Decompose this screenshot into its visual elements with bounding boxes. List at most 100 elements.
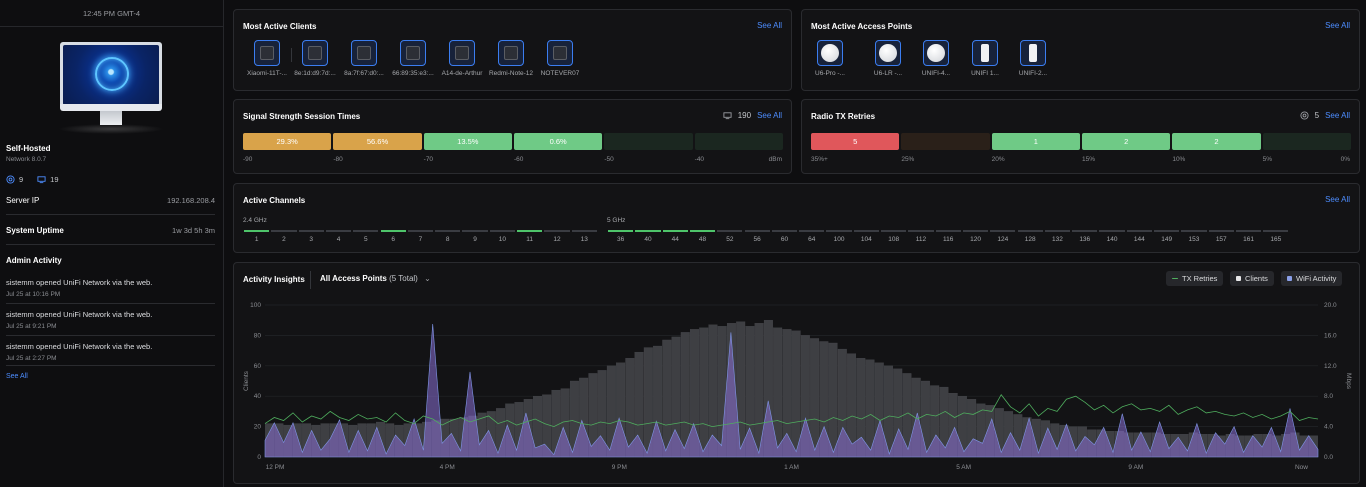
channel-number: 124 bbox=[997, 236, 1009, 243]
channel-number: 161 bbox=[1243, 236, 1254, 243]
y-tick-label: 40 bbox=[254, 393, 262, 400]
channel-bar bbox=[990, 230, 1016, 232]
radio-tick-label: 25% bbox=[901, 156, 915, 163]
client-name: 8a:7f:67:d0:... bbox=[344, 70, 384, 77]
client-item[interactable]: 8a:7f:67:d0:... bbox=[340, 40, 388, 77]
band-24-label: 2.4 GHz bbox=[243, 217, 267, 224]
radio-segment bbox=[901, 133, 990, 150]
channel-136: 136 bbox=[1071, 230, 1098, 243]
x-tick-label: 1 AM bbox=[784, 464, 799, 471]
channel-10: 10 bbox=[489, 230, 516, 243]
access-point-item[interactable]: UNIFI 1... bbox=[961, 40, 1009, 77]
y2-axis-label: Mbps bbox=[1345, 373, 1352, 390]
client-name: 66:89:35:e3:... bbox=[392, 70, 434, 77]
channel-number: 10 bbox=[498, 236, 506, 243]
client-device-icon bbox=[254, 40, 280, 66]
client-name: Xiaomi-11T-... bbox=[247, 70, 287, 77]
radio-segment: 1 bbox=[991, 133, 1080, 150]
signal-segment: 0.6% bbox=[514, 133, 603, 150]
client-name: 8e:1d:d9:7d:... bbox=[294, 70, 336, 77]
ap-count: 9 bbox=[19, 175, 24, 184]
channel-bar bbox=[435, 230, 461, 232]
channel-153: 153 bbox=[1180, 230, 1207, 243]
channel-bar bbox=[1072, 230, 1098, 232]
radio-tick-label: 10% bbox=[1172, 156, 1186, 163]
channel-124: 124 bbox=[989, 230, 1016, 243]
channel-number: 40 bbox=[644, 236, 652, 243]
channel-number: 64 bbox=[808, 236, 816, 243]
radio-segment: 2 bbox=[1172, 133, 1261, 150]
most-active-clients-card: Most Active Clients See All Xiaomi-11T-.… bbox=[233, 9, 792, 91]
uptime-value: 1w 3d 5h 3m bbox=[172, 226, 215, 235]
client-item[interactable]: Xiaomi-11T-... bbox=[243, 40, 291, 77]
channel-bar bbox=[571, 230, 597, 232]
radio-segment: 2 bbox=[1082, 133, 1171, 150]
x-tick-label: 9 AM bbox=[1128, 464, 1143, 471]
admin-activity-see-all-link[interactable]: See All bbox=[6, 373, 28, 380]
round-ap-icon bbox=[817, 40, 843, 66]
round-ap-icon bbox=[923, 40, 949, 66]
aps-see-all-link[interactable]: See All bbox=[1325, 21, 1350, 30]
client-item[interactable]: NOTEVER07 bbox=[536, 40, 584, 77]
client-device-icon bbox=[498, 40, 524, 66]
channel-9: 9 bbox=[461, 230, 488, 243]
x-tick-label: 12 PM bbox=[266, 464, 285, 471]
device-glyph bbox=[553, 46, 567, 60]
channel-number: 56 bbox=[753, 236, 761, 243]
channel-bar bbox=[1235, 230, 1262, 232]
radio-tick-label: 5% bbox=[1262, 156, 1273, 163]
access-point-item[interactable]: UNIFI-2... bbox=[1009, 40, 1057, 77]
radio-title: Radio TX Retries bbox=[811, 112, 876, 121]
client-device-icon bbox=[449, 40, 475, 66]
client-item[interactable]: 8e:1d:d9:7d:... bbox=[291, 40, 339, 77]
radio-see-all-link[interactable]: See All bbox=[1325, 111, 1350, 120]
client-name: A14-de-Arthur bbox=[441, 70, 483, 77]
channel-6: 6 bbox=[380, 230, 407, 243]
most-active-aps-card: Most Active Access Points See All U6-Pro… bbox=[801, 9, 1360, 91]
channels-see-all-link[interactable]: See All bbox=[1325, 195, 1350, 204]
device-glyph bbox=[308, 46, 322, 60]
channel-157: 157 bbox=[1208, 230, 1235, 243]
console-device-image bbox=[58, 42, 164, 137]
signal-tick-label: -50 bbox=[604, 156, 614, 163]
channel-number: 11 bbox=[526, 236, 534, 243]
channel-112: 112 bbox=[907, 230, 934, 243]
channel-165: 165 bbox=[1262, 230, 1289, 243]
channel-number: 132 bbox=[1052, 236, 1063, 243]
channel-bar bbox=[517, 230, 543, 232]
channel-number: 6 bbox=[391, 236, 395, 243]
channel-number: 100 bbox=[833, 236, 845, 243]
client-item[interactable]: 66:89:35:e3:... bbox=[389, 40, 437, 77]
ap-glyph bbox=[821, 44, 839, 62]
channel-number: 140 bbox=[1106, 236, 1118, 243]
channel-number: 36 bbox=[617, 236, 625, 243]
server-ip-label: Server IP bbox=[6, 196, 40, 205]
channel-number: 9 bbox=[473, 236, 477, 243]
channel-bar bbox=[298, 230, 324, 232]
access-point-name: UNIFI-4... bbox=[921, 70, 951, 77]
radio-segment: 5 bbox=[811, 133, 900, 150]
signal-see-all-link[interactable]: See All bbox=[757, 111, 782, 120]
channel-number: 12 bbox=[553, 236, 561, 243]
access-point-item[interactable]: UNIFI-4... bbox=[912, 40, 960, 77]
channel-1: 1 bbox=[243, 230, 270, 243]
client-item[interactable]: A14-de-Arthur bbox=[438, 40, 486, 77]
clients-see-all-link[interactable]: See All bbox=[757, 21, 782, 30]
tx-retries-line bbox=[264, 393, 1319, 428]
access-point-item[interactable]: U6-Pro -... bbox=[806, 40, 854, 77]
ap-glyph bbox=[927, 44, 945, 62]
channel-bar bbox=[1017, 230, 1043, 232]
channel-bar bbox=[353, 230, 379, 232]
y-tick-label: 60 bbox=[254, 363, 262, 370]
client-name: Redmi-Note-12 bbox=[488, 70, 534, 77]
channel-48: 48 bbox=[689, 230, 716, 243]
channel-bar bbox=[881, 230, 907, 232]
channel-bar bbox=[244, 230, 270, 232]
wall-ap-icon bbox=[972, 40, 998, 66]
clients-bar bbox=[662, 339, 672, 458]
channel-2: 2 bbox=[270, 230, 297, 243]
client-item[interactable]: Redmi-Note-12 bbox=[487, 40, 535, 77]
access-point-item[interactable]: U6-LR -... bbox=[864, 40, 912, 77]
device-stats: 9 19 bbox=[6, 175, 59, 184]
y2-tick-label: 4.0 bbox=[1324, 424, 1333, 431]
